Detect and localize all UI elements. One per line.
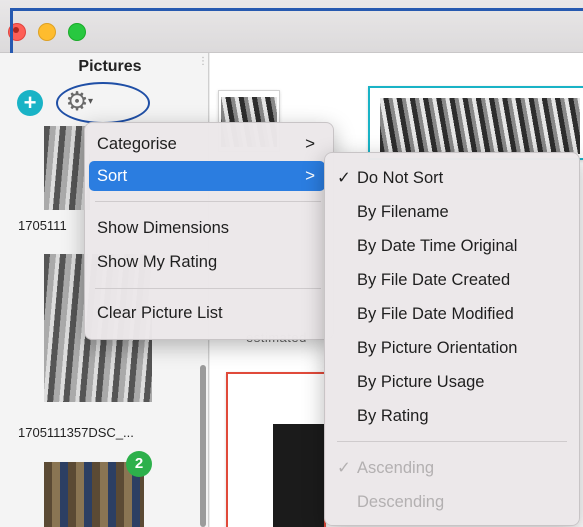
menu-separator [95,201,321,202]
menu-item-label: Categorise [97,135,177,153]
chevron-right-icon: > [305,134,315,153]
sidebar-scrollbar[interactable] [200,365,206,527]
menu-item-label: By File Date Created [357,271,511,289]
menu-item-label: By Picture Orientation [357,339,518,357]
menu-item-label: Show My Rating [97,253,218,271]
sort-submenu: ✓ Do Not Sort By Filename By Date Time O… [324,152,580,526]
annotation-line-top [10,8,583,11]
sidebar-grip-icon[interactable]: ⋮⋮ [198,57,218,74]
sort-option-do-not-sort[interactable]: ✓ Do Not Sort [329,163,573,193]
usage-count-badge: 2 [126,451,152,477]
menu-item-label: Clear Picture List [97,304,223,322]
menu-item-label: Do Not Sort [357,169,444,187]
menu-item-label: Ascending [357,459,435,477]
menu-item-label: Descending [357,493,445,511]
menu-item-show-my-rating[interactable]: Show My Rating [89,247,325,277]
thumbnail-label: 1705111357DSC_... [18,425,134,440]
page-photo [273,424,324,527]
checkmark-icon: ✓ [337,459,351,477]
chevron-down-icon[interactable]: ▾ [88,96,93,107]
sort-order-ascending[interactable]: ✓ Ascending [329,453,573,483]
menu-separator [337,441,567,442]
sort-option-by-rating[interactable]: By Rating [329,401,573,431]
menu-separator [95,288,321,289]
page-card-3[interactable] [226,372,326,527]
sort-option-by-filename[interactable]: By Filename [329,197,573,227]
menu-item-label: By Picture Usage [357,373,485,391]
sort-option-by-picture-usage[interactable]: By Picture Usage [329,367,573,397]
menu-item-label: By File Date Modified [357,305,514,323]
page-card-2[interactable] [368,86,583,160]
menu-item-label: By Date Time Original [357,237,518,255]
close-dot-icon [13,27,19,33]
sort-option-by-picture-orientation[interactable]: By Picture Orientation [329,333,573,363]
sort-option-by-file-date-modified[interactable]: By File Date Modified [329,299,573,329]
sidebar-title: Pictures [78,58,142,75]
picture-options-menu: Categorise > Sort > Show Dimensions Show… [84,122,334,340]
menu-item-label: Show Dimensions [97,219,230,237]
minimize-window-button[interactable] [38,23,56,41]
add-picture-button[interactable]: + [17,90,43,116]
app-window: Pictures ⋮⋮ + ⚙ ▾ 1705111 1705111357DSC_… [0,0,583,527]
menu-item-label: By Rating [357,407,429,425]
menu-item-clear-picture-list[interactable]: Clear Picture List [89,298,325,328]
menu-item-show-dimensions[interactable]: Show Dimensions [89,213,325,243]
page-photo [380,98,580,154]
checkmark-icon: ✓ [337,169,351,187]
sort-option-by-date-time-original[interactable]: By Date Time Original [329,231,573,261]
zoom-window-button[interactable] [68,23,86,41]
sort-option-by-file-date-created[interactable]: By File Date Created [329,265,573,295]
menu-item-categorise[interactable]: Categorise > [89,129,325,159]
chevron-right-icon: > [305,166,315,185]
menu-item-label: By Filename [357,203,449,221]
menu-item-label: Sort [97,167,128,185]
thumbnail-label: 1705111 [18,218,67,233]
menu-item-sort[interactable]: Sort > [89,161,325,191]
sort-order-descending[interactable]: Descending [329,487,573,517]
